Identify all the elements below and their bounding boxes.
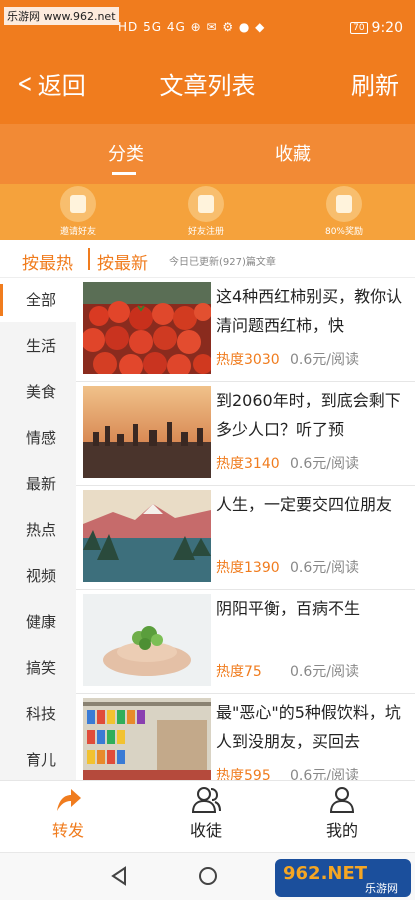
site-logo-watermark: 962.NET 乐游网	[275, 859, 411, 897]
article-price: 0.6元/阅读	[290, 560, 359, 576]
user-icon	[329, 787, 355, 813]
sidebar-item-parenting[interactable]: 育儿	[0, 738, 76, 780]
invite-icon	[60, 186, 96, 222]
article-thumbnail	[83, 594, 211, 686]
article-thumbnail	[83, 282, 211, 374]
status-bar: 乐游网 www.962.net HD 5G 4G ⊕ ✉ ⚙ ● ◆ 70 9:2…	[0, 0, 415, 44]
sidebar-item-emotion[interactable]: 情感	[0, 416, 76, 460]
sort-hot-button[interactable]: 按最热	[22, 249, 73, 274]
tab-mine[interactable]: 我的	[282, 785, 402, 841]
article-price: 0.6元/阅读	[290, 456, 359, 472]
app-header: < 返回 文章列表 刷新	[0, 44, 415, 124]
reward-icon	[326, 186, 362, 222]
status-icons: HD 5G 4G ⊕ ✉ ⚙ ● ◆	[118, 20, 266, 34]
article-title: 到2060年时，到底会剩下多少人口？听了预	[216, 391, 401, 439]
sort-bar: 按最热 按最新 今日已更新(927)篇文章	[0, 240, 415, 278]
status-right: 70 9:20	[350, 20, 403, 36]
category-sidebar: 全部 生活 美食 情感 最新 热点 视频 健康 搞笑 科技 育儿	[0, 278, 76, 780]
article-thumbnail	[83, 386, 211, 478]
sidebar-item-all[interactable]: 全部	[0, 278, 76, 322]
logo-sub: 乐游网	[365, 882, 398, 895]
top-tabs: 分类 收藏	[0, 124, 415, 184]
banner-friend-register[interactable]: 好友注册	[166, 186, 246, 237]
sidebar-item-food[interactable]: 美食	[0, 370, 76, 414]
tab-share[interactable]: 转发	[8, 785, 128, 841]
tab-category[interactable]: 分类	[108, 140, 144, 166]
article-price: 0.6元/阅读	[290, 352, 359, 368]
logo-brand: 962.NET	[283, 863, 368, 884]
article-title: 人生，一定要交四位朋友	[216, 495, 393, 514]
sort-new-button[interactable]: 按最新	[97, 249, 148, 274]
article-list: 这4种西红柿别买，教你认清问题西红柿，快 热度3030 0.6元/阅读 到206…	[76, 278, 415, 780]
tab-favorites[interactable]: 收藏	[275, 140, 311, 166]
tab-share-label: 转发	[51, 821, 84, 840]
article-card[interactable]: 最"恶心"的5种假饮料，坑人到没朋友，买回去 热度595 0.6元/阅读	[76, 694, 415, 780]
banner-label: 好友注册	[187, 227, 224, 237]
article-thumbnail	[83, 490, 211, 582]
article-card[interactable]: 人生，一定要交四位朋友 热度1390 0.6元/阅读	[76, 486, 415, 590]
sidebar-item-health[interactable]: 健康	[0, 600, 76, 644]
article-title: 这4种西红柿别买，教你认清问题西红柿，快	[216, 287, 403, 335]
nav-back-icon[interactable]	[108, 865, 130, 887]
share-arrow-icon	[57, 789, 81, 811]
article-card[interactable]: 这4种西红柿别买，教你认清问题西红柿，快 热度3030 0.6元/阅读	[76, 278, 415, 382]
article-heat: 热度595	[216, 768, 271, 780]
sort-divider	[88, 248, 90, 270]
sidebar-item-latest[interactable]: 最新	[0, 462, 76, 506]
site-watermark: 乐游网 www.962.net	[4, 7, 119, 25]
banner-reward[interactable]: 80%奖励	[304, 186, 384, 237]
sidebar-item-video[interactable]: 视频	[0, 554, 76, 598]
invite-banner: 邀请好友 好友注册 80%奖励	[0, 184, 415, 240]
status-time: 9:20	[371, 20, 403, 36]
group-users-icon	[191, 787, 221, 813]
banner-invite-friends[interactable]: 邀请好友	[38, 186, 118, 237]
nav-home-icon[interactable]	[198, 866, 218, 886]
article-heat: 热度3140	[216, 456, 280, 472]
bottom-tab-bar: 转发 收徒 我的	[0, 780, 415, 852]
tab-apprentice-label: 收徒	[189, 821, 222, 840]
sidebar-item-hot[interactable]: 热点	[0, 508, 76, 552]
register-icon	[188, 186, 224, 222]
sidebar-item-tech[interactable]: 科技	[0, 692, 76, 736]
article-thumbnail	[83, 698, 211, 780]
banner-label: 邀请好友	[59, 227, 96, 237]
sidebar-item-life[interactable]: 生活	[0, 324, 76, 368]
article-price: 0.6元/阅读	[290, 768, 359, 780]
system-nav-bar: 962.NET 乐游网	[0, 852, 415, 900]
article-title: 最"恶心"的5种假饮料，坑人到没朋友，买回去	[216, 703, 401, 751]
banner-label: 80%奖励	[324, 227, 363, 237]
refresh-button[interactable]: 刷新	[351, 66, 399, 101]
update-count-note: 今日已更新(927)篇文章	[169, 257, 276, 268]
article-price: 0.6元/阅读	[290, 664, 359, 680]
article-title: 阴阳平衡，百病不生	[216, 599, 361, 618]
article-heat: 热度75	[216, 664, 262, 680]
article-card[interactable]: 阴阳平衡，百病不生 热度75 0.6元/阅读	[76, 590, 415, 694]
sidebar-item-funny[interactable]: 搞笑	[0, 646, 76, 690]
article-card[interactable]: 到2060年时，到底会剩下多少人口？听了预 热度3140 0.6元/阅读	[76, 382, 415, 486]
active-tab-indicator	[112, 172, 136, 175]
tab-apprentice[interactable]: 收徒	[146, 785, 266, 841]
article-heat: 热度1390	[216, 560, 280, 576]
battery-icon: 70	[350, 22, 368, 34]
article-heat: 热度3030	[216, 352, 280, 368]
tab-mine-label: 我的	[325, 821, 358, 840]
